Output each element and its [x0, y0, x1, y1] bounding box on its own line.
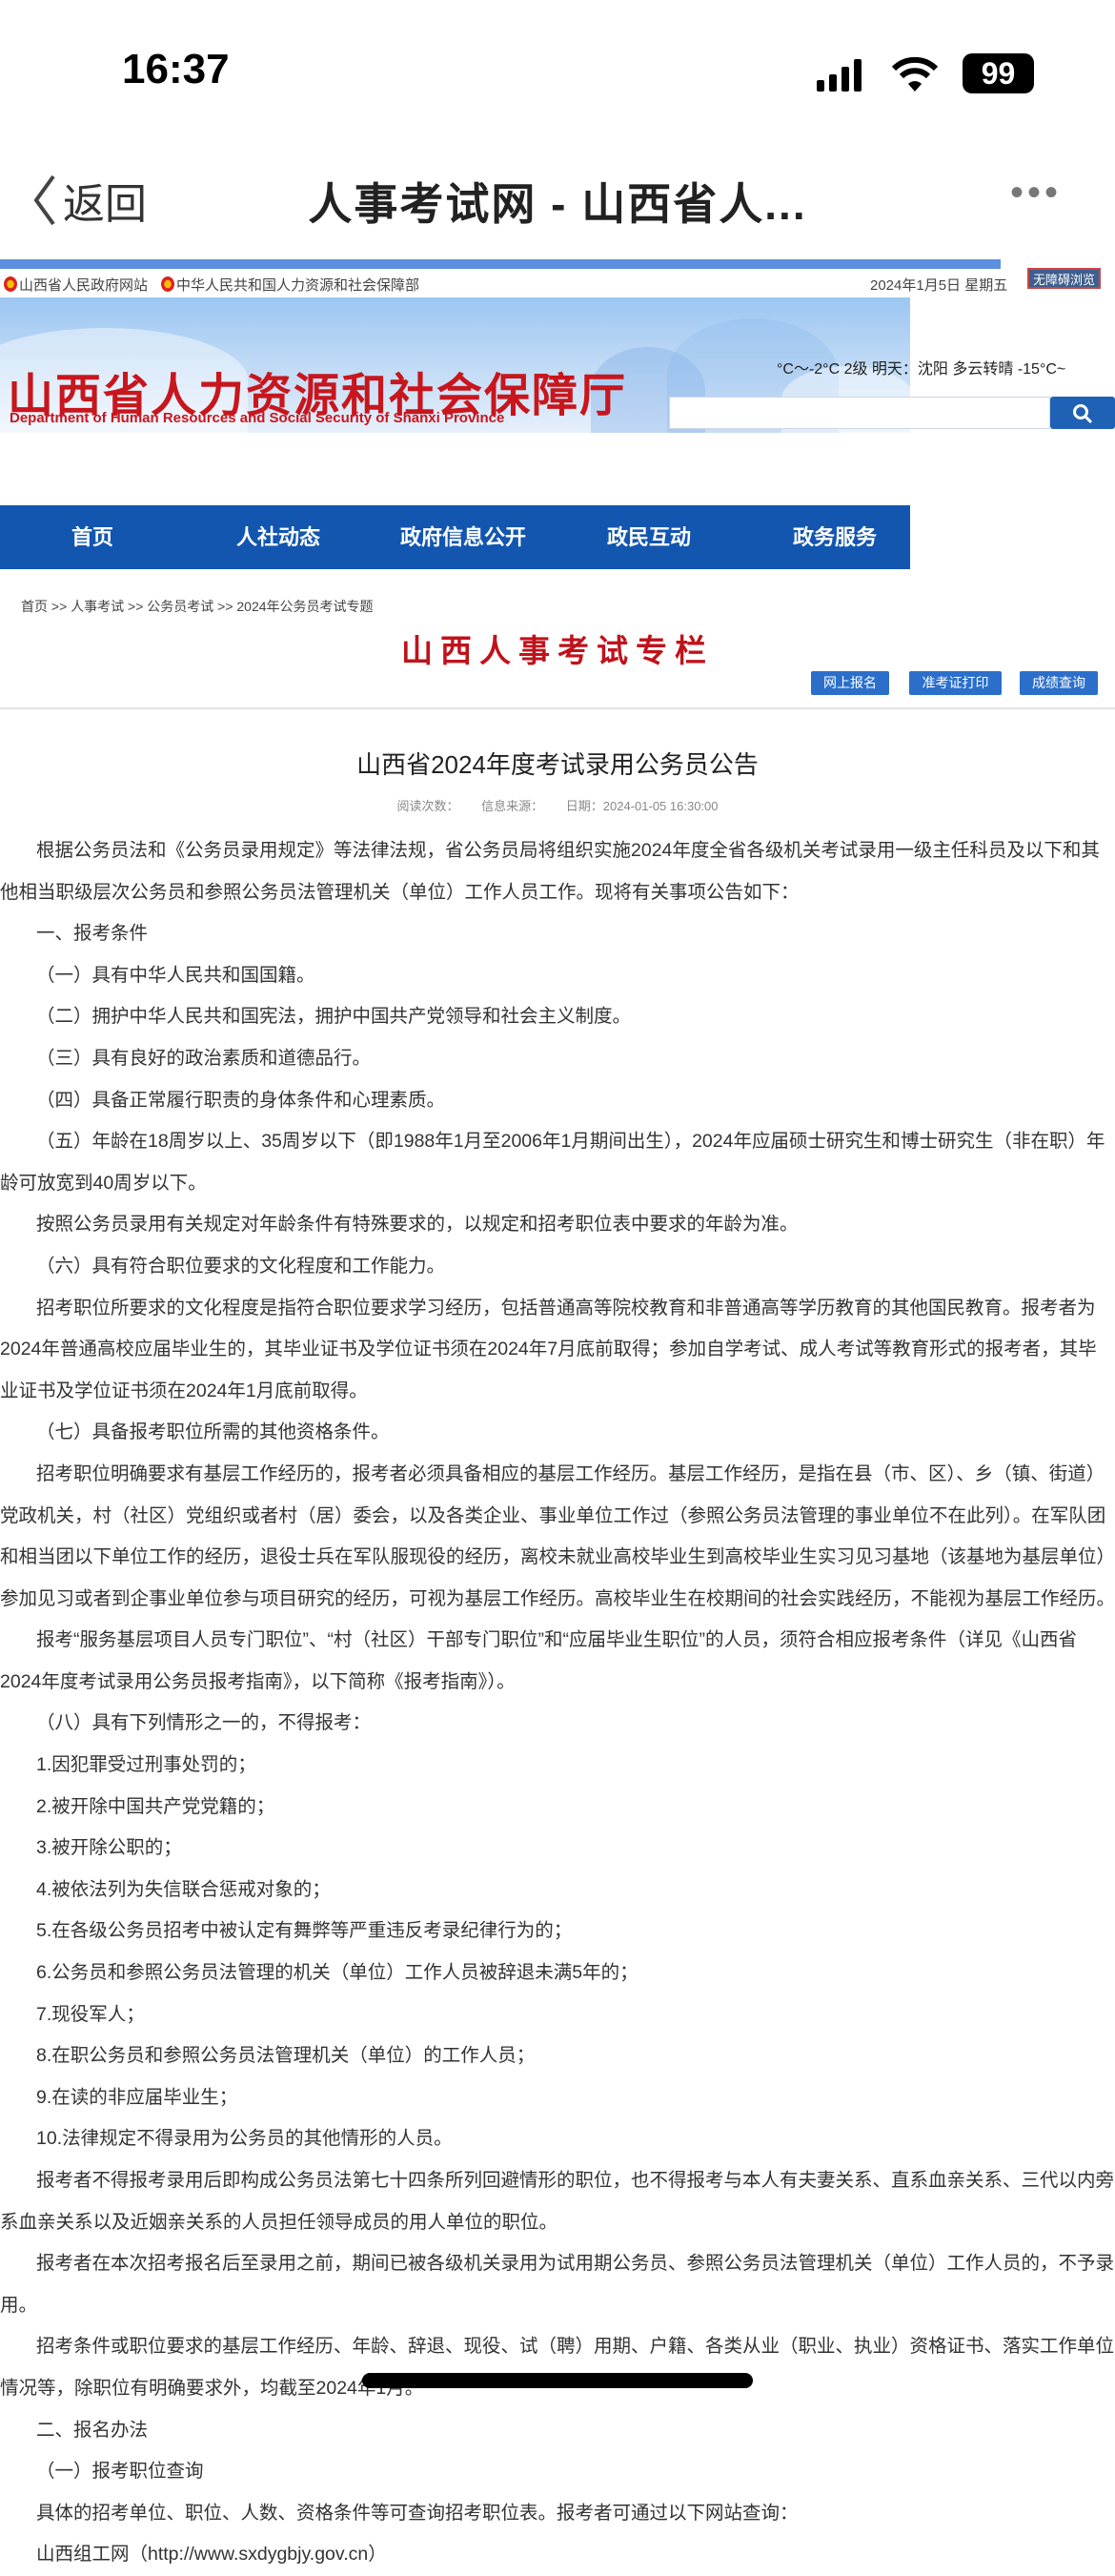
article-body: 根据公务员法和《公务员录用规定》等法律法规，省公务员局将组织实施2024年度全省… [0, 830, 1115, 2576]
article-paragraph: 5.在各级公务员招考中被认定有舞弊等严重违反考录纪律行为的； [36, 1920, 573, 1942]
article-paragraph: 6.公务员和参照公务员法管理的机关（单位）工作人员被辞退未满5年的； [36, 1962, 639, 1984]
gov-links-row: 山西省人民政府网站 中华人民共和国人力资源和社会保障部 2024年1月5日 星期… [0, 268, 1115, 298]
article-paragraph: 报考“服务基层项目人员专门职位”、“村（社区）干部专门职位”和“应届毕业生职位”… [0, 1629, 1077, 1692]
article-paragraph: 报考者在本次招考报名后至录用之前，期间已被各级机关录用为试用期公务员、参照公务员… [0, 2253, 1115, 2316]
article-paragraph: （四）具备正常履行职责的身体条件和心理素质。 [36, 1089, 446, 1111]
page-title: 人事考试网 - 山西省人... [308, 179, 807, 229]
nav-news[interactable]: 人社动态 [236, 505, 320, 569]
battery-indicator: 99 [963, 53, 1034, 93]
accessibility-button[interactable]: 无障碍浏览 [1027, 268, 1102, 289]
search-input[interactable] [669, 397, 1050, 429]
divider [0, 707, 1115, 709]
article-paragraph: 10.法律规定不得录用为公务员的其他情形的人员。 [36, 2128, 453, 2150]
search-button[interactable] [1050, 397, 1115, 429]
article-paragraph: （一）报考职位查询 [36, 2461, 204, 2483]
article-paragraph: 8.在职公务员和参照公务员法管理机关（单位）的工作人员； [36, 2045, 536, 2067]
article-paragraph: 3.被开除公职的； [36, 1837, 182, 1859]
read-count: 阅读次数： [396, 799, 459, 813]
article-paragraph: （五）年龄在18周岁以上、35周岁以下（即1988年1月至2006年1月期间出生… [0, 1131, 1105, 1194]
article-title: 山西省2024年度考试录用公务员公告 [356, 750, 759, 779]
national-emblem-icon [161, 276, 175, 292]
nav-gov-info[interactable]: 政府信息公开 [400, 505, 526, 569]
article-paragraph: 9.在读的非应届毕业生； [36, 2086, 238, 2108]
nav-home[interactable]: 首页 [71, 505, 113, 569]
info-source: 信息来源： [481, 799, 544, 813]
article-paragraph: 按照公务员录用有关规定对年龄条件有特殊要求的，以规定和招考职位表中要求的年龄为准… [36, 1214, 799, 1236]
article-paragraph: 一、报考条件 [36, 923, 149, 945]
article-paragraph: 4.被依法列为失信联合惩戒对象的； [36, 1878, 331, 1900]
article-paragraph: 招考职位所要求的文化程度是指符合职位要求学习经历，包括普通高等院校教育和非普通高… [0, 1297, 1097, 1401]
article-paragraph: 招考条件或职位要求的基层工作经历、年龄、辞退、现役、试（聘）用期、户籍、各类从业… [0, 2336, 1115, 2399]
article-paragraph: 具体的招考单位、职位、人数、资格条件等可查询招考职位表。报考者可通过以下网站查询… [36, 2502, 799, 2524]
admission-ticket-button[interactable]: 准考证打印 [909, 671, 1002, 695]
article-paragraph: 山西组工网（http://www.sxdygbjy.gov.cn） [36, 2544, 387, 2566]
score-query-button[interactable]: 成绩查询 [1020, 671, 1098, 695]
article-paragraph: 二、报名办法 [36, 2419, 149, 2441]
publish-date: 日期：2024-01-05 16:30:00 [565, 799, 719, 813]
article-paragraph: 招考职位明确要求有基层工作经历的，报考者必须具备相应的基层工作经历。基层工作经历… [0, 1462, 1115, 1609]
top-strip [0, 259, 1001, 269]
status-time: 16:37 [122, 46, 230, 92]
article-paragraph: （二）拥护中华人民共和国宪法，拥护中国共产党领导和社会主义制度。 [36, 1006, 632, 1028]
article-paragraph: 根据公务员法和《公务员录用规定》等法律法规，省公务员局将组织实施2024年度全省… [0, 840, 1100, 903]
article-paragraph: 1.因犯罪受过刑事处罚的； [36, 1754, 256, 1776]
weather-ticker: °C～-2°C 2级 明天：沈阳 多云转晴 -15°C~ [777, 361, 1066, 378]
national-emblem-icon [4, 276, 17, 292]
article-paragraph: （七）具备报考职位所需的其他资格条件。 [36, 1421, 390, 1443]
article-paragraph: 2.被开除中国共产党党籍的； [36, 1795, 275, 1817]
nav-interaction[interactable]: 政民互动 [607, 505, 691, 569]
column-title: 山西人事考试专栏 [401, 633, 714, 668]
home-indicator[interactable] [362, 2373, 753, 2388]
current-date: 2024年1月5日 星期五 [870, 276, 1008, 294]
wifi-icon [891, 55, 939, 98]
cellular-signal-icon [817, 59, 870, 92]
article-paragraph: （六）具有符合职位要求的文化程度和工作能力。 [36, 1255, 446, 1277]
article-paragraph: 7.现役军人； [36, 2003, 145, 2025]
article-meta: 阅读次数： 信息来源： 日期：2024-01-05 16:30:00 [0, 796, 1115, 814]
article-paragraph: （八）具有下列情形之一的，不得报考： [36, 1712, 372, 1734]
gov-link-shanxi[interactable]: 山西省人民政府网站 [19, 275, 148, 295]
breadcrumb[interactable]: 首页 >> 人事考试 >> 公务员考试 >> 2024年公务员考试专题 [21, 597, 374, 616]
nav-services[interactable]: 政务服务 [793, 505, 877, 569]
gov-link-mohrss[interactable]: 中华人民共和国人力资源和社会保障部 [176, 275, 419, 295]
article-paragraph: （一）具有中华人民共和国国籍。 [36, 964, 315, 986]
site-subtitle: Department of Human Resources and Social… [10, 410, 505, 426]
search-icon [1073, 404, 1093, 424]
main-nav: 首页 人社动态 政府信息公开 政民互动 政务服务 [0, 505, 910, 569]
article-paragraph: （三）具有良好的政治素质和道德品行。 [36, 1047, 372, 1069]
online-registration-button[interactable]: 网上报名 [811, 671, 889, 695]
article-paragraph: 报考者不得报考录用后即构成公务员法第七十四条所列回避情形的职位，也不得报考与本人… [0, 2170, 1115, 2233]
more-options-icon[interactable]: ••• [1010, 172, 1062, 215]
